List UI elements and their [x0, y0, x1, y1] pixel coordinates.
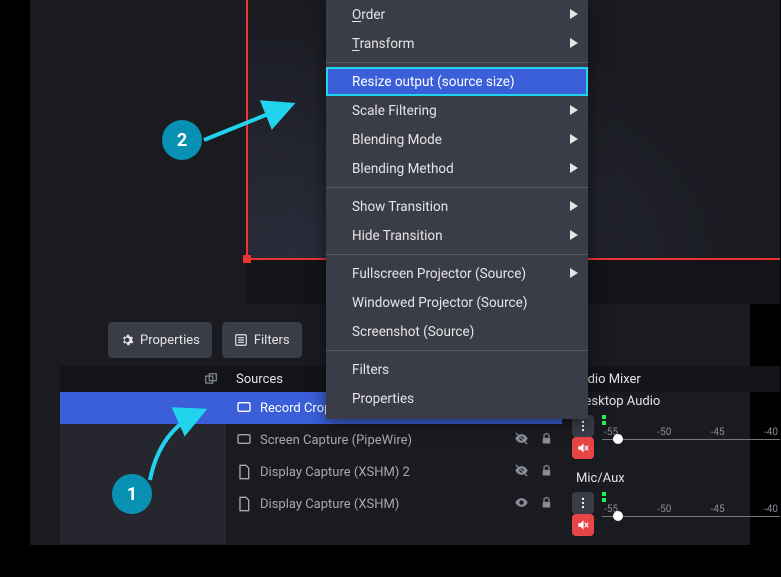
level-meter: -55-50-45-40	[602, 492, 780, 514]
context-menu: Order Transform Resize output (source size…	[326, 0, 588, 419]
chevron-right-icon	[570, 266, 578, 282]
gear-icon	[120, 333, 134, 347]
menu-item-label: Scale Filtering	[352, 103, 437, 119]
menu-item-label: Windowed Projector (Source)	[352, 295, 527, 311]
audio-mixer: Desktop Audio-55-50-45-40Mic/Aux-55-50-4…	[572, 392, 780, 546]
chevron-right-icon	[570, 36, 578, 52]
menu-item[interactable]: Windowed Projector (Source)	[326, 288, 588, 317]
menu-item[interactable]: Transform	[326, 29, 588, 58]
mixer-channel: Mic/Aux-55-50-45-40	[572, 469, 780, 536]
visibility-toggle-icon[interactable]	[514, 495, 529, 514]
menu-item-label: Show Transition	[352, 199, 448, 215]
callout-2: 2	[162, 120, 202, 160]
menu-item-label: Screenshot (Source)	[352, 324, 474, 340]
chevron-right-icon	[570, 199, 578, 215]
menu-item[interactable]: Filters	[326, 355, 588, 384]
source-label: Screen Capture (PipeWire)	[260, 433, 412, 448]
chevron-right-icon	[570, 132, 578, 148]
source-row[interactable]: Display Capture (XSHM)	[226, 488, 562, 520]
menu-item-label: Blending Method	[352, 161, 454, 177]
menu-item[interactable]: Show Transition	[326, 192, 588, 221]
callout-1: 1	[112, 474, 152, 514]
mute-button[interactable]	[572, 514, 594, 536]
volume-slider[interactable]	[602, 437, 780, 459]
visibility-toggle-icon[interactable]	[514, 431, 529, 450]
slider-knob[interactable]	[613, 434, 623, 444]
source-label: Display Capture (XSHM)	[260, 497, 399, 512]
mute-button[interactable]	[572, 437, 594, 459]
mixer-channel-label: Desktop Audio	[572, 392, 780, 415]
menu-separator	[326, 350, 588, 351]
filters-button[interactable]: Filters	[222, 322, 302, 358]
channel-menu-button[interactable]	[572, 492, 594, 514]
menu-item[interactable]: Fullscreen Projector (Source)	[326, 259, 588, 288]
lock-icon[interactable]	[539, 495, 554, 514]
mixer-channel: Desktop Audio-55-50-45-40	[572, 392, 780, 459]
properties-button-label: Properties	[140, 333, 200, 348]
scenes-panel-header	[60, 366, 226, 392]
menu-item[interactable]: Order	[326, 0, 588, 29]
menu-item[interactable]: Hide Transition	[326, 221, 588, 250]
menu-item-label: Properties	[352, 391, 414, 407]
popout-icon[interactable]	[204, 372, 218, 386]
chevron-right-icon	[570, 7, 578, 23]
menu-item-label: Filters	[352, 362, 389, 378]
selection-handle[interactable]	[243, 255, 251, 263]
menu-separator	[326, 62, 588, 63]
menu-item-label: Transform	[352, 36, 414, 52]
callout-arrow-2	[200, 100, 300, 150]
callout-arrow-1	[140, 400, 220, 490]
mixer-channel-label: Mic/Aux	[572, 469, 780, 492]
menu-item[interactable]: Resize output (source size)	[326, 67, 588, 96]
source-row[interactable]: Display Capture (XSHM) 2	[226, 456, 562, 488]
chevron-right-icon	[570, 103, 578, 119]
menu-item[interactable]: Scale Filtering	[326, 96, 588, 125]
menu-item[interactable]: Blending Method	[326, 154, 588, 183]
filters-icon	[234, 333, 248, 347]
menu-item-label: Blending Mode	[352, 132, 442, 148]
lock-icon[interactable]	[539, 463, 554, 482]
menu-item-label: Order	[352, 7, 385, 23]
menu-item-label: Resize output (source size)	[352, 74, 515, 90]
properties-button[interactable]: Properties	[108, 322, 212, 358]
slider-knob[interactable]	[613, 511, 623, 521]
sources-title: Sources	[236, 372, 283, 387]
chevron-right-icon	[570, 228, 578, 244]
menu-item[interactable]: Properties	[326, 384, 588, 413]
mixer-panel-header: Audio Mixer	[562, 366, 780, 392]
scene-toolbar: Properties Filters	[60, 322, 302, 362]
menu-item[interactable]: Screenshot (Source)	[326, 317, 588, 346]
lock-icon[interactable]	[539, 431, 554, 450]
menu-item[interactable]: Blending Mode	[326, 125, 588, 154]
source-row[interactable]: Screen Capture (PipeWire)	[226, 424, 562, 456]
app-screenshot: Properties Filters Sources Audio Mixer R…	[0, 0, 781, 577]
chevron-right-icon	[570, 161, 578, 177]
menu-separator	[326, 254, 588, 255]
visibility-toggle-icon[interactable]	[514, 463, 529, 482]
menu-separator	[326, 187, 588, 188]
app-window: Properties Filters Sources Audio Mixer R…	[30, 0, 750, 545]
level-meter: -55-50-45-40	[602, 415, 780, 437]
filters-button-label: Filters	[254, 333, 290, 348]
volume-slider[interactable]	[602, 514, 780, 536]
menu-item-label: Hide Transition	[352, 228, 443, 244]
source-label: Display Capture (XSHM) 2	[260, 465, 410, 480]
menu-item-label: Fullscreen Projector (Source)	[352, 266, 526, 282]
